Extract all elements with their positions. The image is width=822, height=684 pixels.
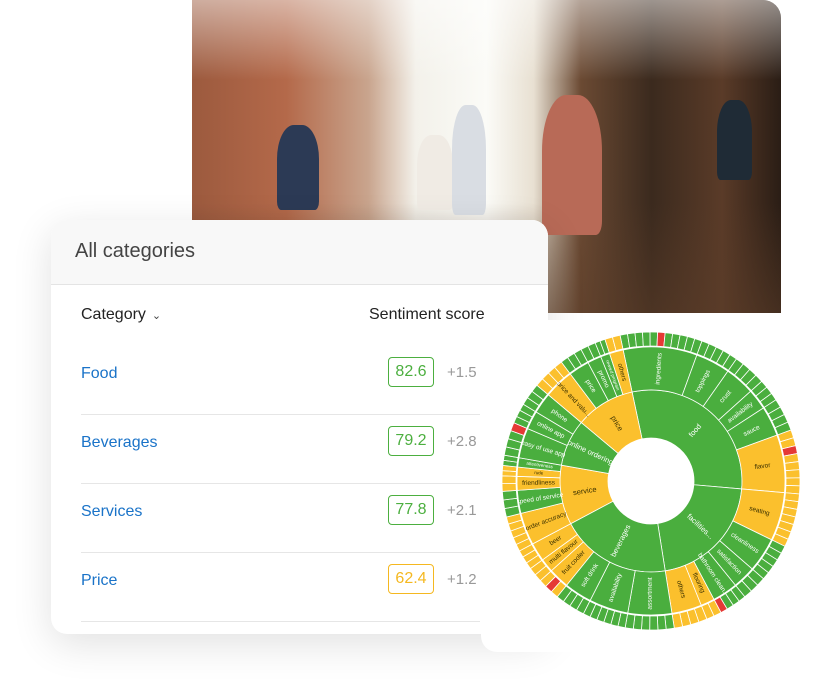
- sunburst-outer-cell[interactable]: [785, 477, 801, 487]
- sunburst-outer-cell[interactable]: [649, 331, 659, 347]
- sunburst-outer-cell[interactable]: [642, 331, 651, 347]
- sunburst-outer-cell[interactable]: [501, 489, 518, 501]
- sentiment-score-column-header: Sentiment score: [369, 306, 485, 323]
- category-link[interactable]: Services: [81, 503, 142, 521]
- photo-person: [717, 100, 752, 180]
- card-title: All categories: [75, 240, 196, 262]
- photo-person: [452, 105, 486, 215]
- sunburst-chart-card: food ingredients toppings crust availability…: [481, 320, 821, 652]
- category-link[interactable]: Price: [81, 572, 117, 590]
- chevron-down-icon[interactable]: ⌄: [152, 310, 161, 322]
- sentiment-score-badge: 82.6: [388, 357, 434, 387]
- table-row: Beverages 79.2 +2.8: [81, 414, 480, 484]
- photo-person: [542, 95, 602, 235]
- sunburst-outer-cell[interactable]: [656, 614, 667, 631]
- sentiment-score-badge: 77.8: [388, 495, 434, 525]
- score-change: +1.5: [447, 364, 477, 381]
- sentiment-score-badge: 62.4: [388, 564, 434, 594]
- all-categories-card: All categories Category ⌄ Sentiment score…: [51, 220, 548, 634]
- sunburst-outer-cell[interactable]: [784, 461, 800, 472]
- score-change: +2.1: [447, 502, 477, 519]
- photo-person: [277, 125, 319, 210]
- score-change: +1.2: [447, 571, 477, 588]
- sunburst-outer-cell[interactable]: [641, 615, 651, 631]
- category-link[interactable]: Beverages: [81, 434, 158, 452]
- photo-ceiling-light: [192, 0, 781, 80]
- sentiment-sunburst-chart: foodingredients toppingscrustavailability…: [501, 331, 801, 631]
- segment-label: assortment: [647, 577, 654, 609]
- category-column-header[interactable]: Category ⌄: [81, 306, 161, 324]
- sunburst-outer-cell[interactable]: [501, 482, 517, 492]
- category-header-label: Category: [81, 306, 146, 323]
- sunburst-outer-cell[interactable]: [785, 469, 801, 479]
- photo-person: [417, 135, 453, 210]
- segment-label: rude: [534, 470, 544, 476]
- sunburst-outer-cell[interactable]: [634, 331, 644, 348]
- segment-label: friendliness: [522, 479, 556, 487]
- sentiment-score-badge: 79.2: [388, 426, 434, 456]
- table-row: Food 82.6 +1.5: [81, 345, 480, 415]
- table-row: Price 62.4 +1.2: [81, 552, 480, 622]
- sunburst-outer-cell[interactable]: [501, 475, 517, 485]
- category-link[interactable]: Food: [81, 365, 117, 383]
- sunburst-outer-cell[interactable]: [649, 615, 659, 631]
- table-row: Services 77.8 +2.1: [81, 483, 480, 553]
- score-change: +2.8: [447, 433, 477, 450]
